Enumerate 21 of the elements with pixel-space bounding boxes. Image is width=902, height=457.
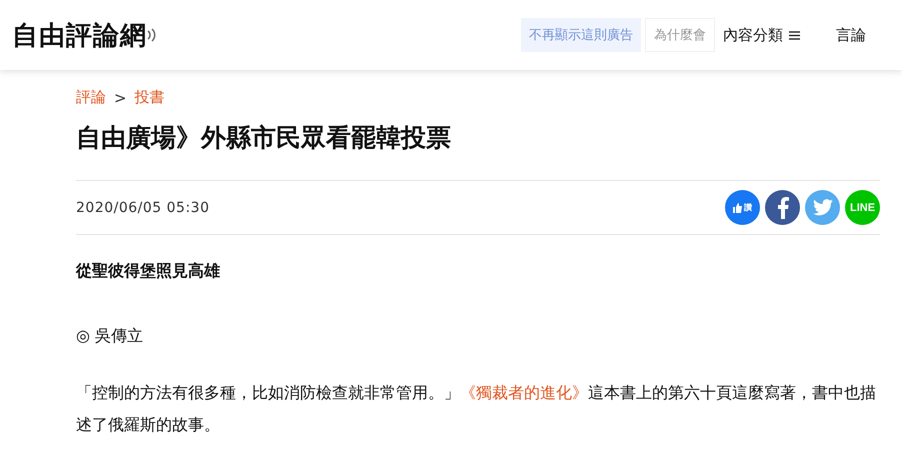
breadcrumb-link[interactable]: 評論 <box>76 88 106 107</box>
publish-date: 2020/06/05 05:30 <box>76 200 210 216</box>
article-title: 自由廣場》外縣市民眾看罷韓投票 <box>76 122 452 154</box>
menu-icon <box>789 30 800 40</box>
why-ad-button[interactable]: 為什麼會 <box>645 18 715 52</box>
author-byline: ◎ 吳傳立 <box>76 326 144 347</box>
book-link[interactable]: 《獨裁者的進化》 <box>460 383 588 402</box>
article-paragraph: 「控制的方法有很多種，比如消防檢查就非常管用。」《獨裁者的進化》這本書上的第六十頁這麼寫著，書中也描述了俄羅斯的故事。 <box>76 382 877 436</box>
bird-icon <box>812 199 832 216</box>
article-subtitle: 從聖彼得堡照見高雄 <box>76 261 221 282</box>
facebook-share-button[interactable] <box>765 190 800 225</box>
like-button[interactable]: 讚 <box>725 190 760 225</box>
category-menu[interactable]: 內容分類 <box>723 26 800 44</box>
nav-link[interactable]: 言論 <box>836 26 866 44</box>
line-share-button[interactable]: LINE <box>845 190 880 225</box>
thumbs-up-icon <box>733 202 743 212</box>
breadcrumb-link[interactable]: 投書 <box>134 88 165 107</box>
facebook-icon <box>776 196 788 218</box>
site-logo[interactable]: 自由評論網 <box>12 18 147 52</box>
hide-ad-button[interactable]: 不再顯示這則廣告 <box>521 18 641 52</box>
breadcrumb-separator: > <box>114 88 127 106</box>
